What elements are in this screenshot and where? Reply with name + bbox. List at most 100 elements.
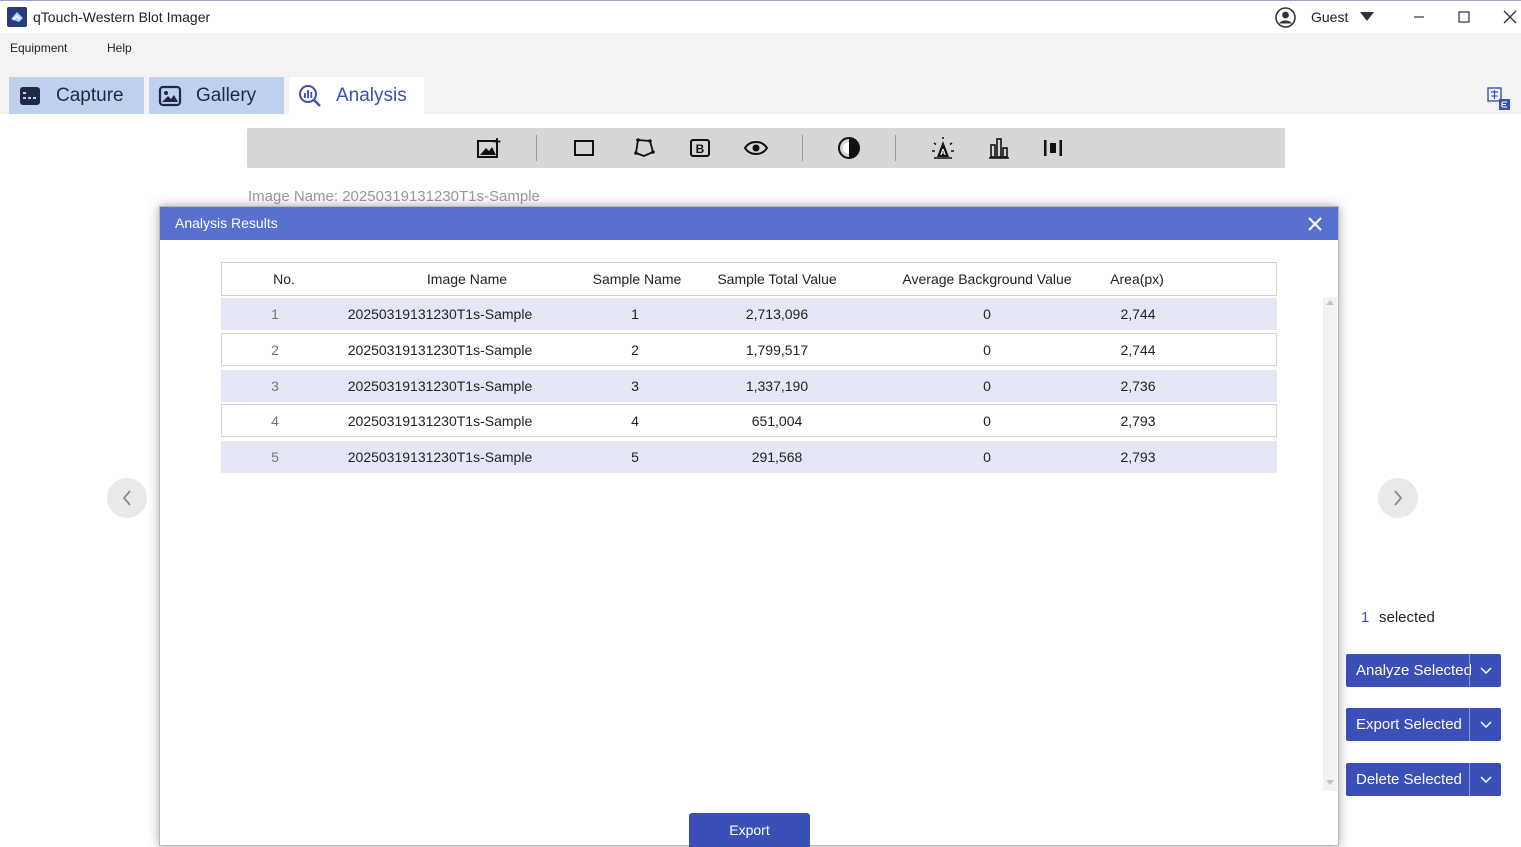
row-sample-name: 1 <box>631 306 639 322</box>
selected-count: 1 <box>1361 609 1370 626</box>
row-image-name: 20250319131230T1s-Sample <box>347 378 533 394</box>
row-image-name: 20250319131230T1s-Sample <box>347 449 533 465</box>
maximize-icon <box>1458 11 1470 23</box>
row-no: 2 <box>271 341 279 358</box>
app-logo-icon <box>7 7 27 27</box>
delete-selected-label: Delete Selected <box>1356 771 1462 788</box>
polygon-select-button[interactable] <box>631 136 657 160</box>
export-selected-label: Export Selected <box>1356 716 1462 733</box>
row-sample-name: 4 <box>631 412 639 429</box>
column-header-sample-total-value[interactable]: Sample Total Value <box>692 263 862 295</box>
analysis-toolbar: B A <box>247 128 1285 168</box>
minimize-button[interactable] <box>1406 5 1432 29</box>
user-menu-caret-icon[interactable] <box>1360 12 1374 21</box>
tab-analysis-label: Analysis <box>336 84 407 106</box>
tab-capture[interactable]: Capture <box>9 77 144 114</box>
table-row[interactable]: 2 20250319131230T1s-Sample 2 1,799,517 0… <box>221 333 1277 366</box>
row-no: 5 <box>271 449 279 465</box>
image-name-label: Image Name: 20250319131230T1s-Sample <box>248 188 540 205</box>
scroll-down-icon[interactable] <box>1326 780 1334 785</box>
chevron-right-icon <box>1394 490 1403 506</box>
results-scrollbar[interactable] <box>1323 297 1337 791</box>
menu-help[interactable]: Help <box>107 41 132 55</box>
row-sample-total-value: 651,004 <box>751 412 803 429</box>
row-sample-total-value: 1,799,517 <box>745 341 809 358</box>
contrast-button[interactable] <box>836 136 862 160</box>
table-row[interactable]: 5 20250319131230T1s-Sample 5 291,568 0 2… <box>221 441 1277 473</box>
user-avatar-icon[interactable] <box>1275 7 1296 28</box>
export-button[interactable]: Export <box>689 813 810 847</box>
chevron-left-icon <box>122 490 131 506</box>
contrast-icon <box>838 137 860 159</box>
auto-brightness-button[interactable]: A <box>930 136 956 160</box>
tab-gallery[interactable]: Gallery <box>149 77 284 114</box>
svg-text:B: B <box>696 142 705 156</box>
row-no: 4 <box>271 412 279 429</box>
bar-chart-button[interactable] <box>986 136 1012 160</box>
menu-equipment[interactable]: Equipment <box>10 41 67 55</box>
minimize-icon <box>1414 16 1424 18</box>
analysis-results-dialog: Analysis Results No. Image Name Sample N… <box>159 206 1339 847</box>
chevron-down-icon <box>1479 720 1492 728</box>
tab-bar: Capture Gallery Analysis <box>0 63 1521 114</box>
row-area: 2,744 <box>1120 306 1156 322</box>
row-average-background-value: 0 <box>983 341 991 358</box>
dialog-title: Analysis Results <box>175 215 278 231</box>
background-button[interactable]: B <box>687 136 713 160</box>
user-name[interactable]: Guest <box>1311 9 1348 25</box>
analyze-selected-button[interactable]: Analyze Selected <box>1346 654 1501 687</box>
row-area: 2,793 <box>1120 449 1156 465</box>
gallery-icon <box>158 85 182 106</box>
table-row[interactable]: 4 20250319131230T1s-Sample 4 651,004 0 2… <box>221 404 1277 437</box>
analysis-icon <box>299 84 321 107</box>
chevron-down-icon <box>1479 666 1492 674</box>
scroll-up-icon[interactable] <box>1326 300 1334 305</box>
maximize-button[interactable] <box>1451 5 1477 29</box>
background-icon: B <box>690 139 710 157</box>
rectangle-select-button[interactable] <box>571 136 597 160</box>
close-window-button[interactable] <box>1497 5 1521 29</box>
visibility-button[interactable] <box>743 136 769 160</box>
rectangle-select-icon <box>574 140 594 156</box>
table-row[interactable]: 1 20250319131230T1s-Sample 1 2,713,096 0… <box>221 298 1277 330</box>
row-sample-name: 5 <box>631 449 639 465</box>
add-image-button[interactable] <box>476 136 502 160</box>
export-selected-dropdown[interactable] <box>1470 708 1501 741</box>
row-sample-total-value: 2,713,096 <box>745 306 809 322</box>
row-average-background-value: 0 <box>983 449 991 465</box>
svg-text:A: A <box>940 148 946 157</box>
lane-icon <box>1044 140 1062 156</box>
delete-selected-dropdown[interactable] <box>1470 763 1501 796</box>
row-image-name: 20250319131230T1s-Sample <box>347 412 533 429</box>
row-sample-name: 2 <box>631 341 639 358</box>
capture-icon <box>20 86 40 105</box>
title-bar: qTouch-Western Blot Imager Guest <box>0 0 1521 32</box>
row-average-background-value: 0 <box>983 412 991 429</box>
lane-button[interactable] <box>1040 136 1066 160</box>
visibility-icon <box>744 141 768 155</box>
row-average-background-value: 0 <box>983 378 991 394</box>
tab-analysis[interactable]: Analysis <box>289 77 424 114</box>
menu-bar: Equipment Help <box>0 33 1521 63</box>
column-header-no[interactable]: No. <box>242 263 326 295</box>
previous-image-button[interactable] <box>107 478 147 518</box>
tab-capture-label: Capture <box>56 84 124 106</box>
bar-chart-icon <box>989 138 1009 159</box>
tab-gallery-label: Gallery <box>196 84 257 106</box>
column-header-sample-name[interactable]: Sample Name <box>572 263 702 295</box>
polygon-select-icon <box>634 138 655 157</box>
row-area: 2,744 <box>1120 341 1156 358</box>
analyze-selected-dropdown[interactable] <box>1470 654 1501 687</box>
column-header-average-background-value[interactable]: Average Background Value <box>887 263 1087 295</box>
auto-brightness-icon: A <box>932 137 954 159</box>
column-header-area[interactable]: Area(px) <box>1077 263 1197 295</box>
row-sample-name: 3 <box>631 378 639 394</box>
export-selected-button[interactable]: Export Selected <box>1346 708 1501 741</box>
delete-selected-button[interactable]: Delete Selected <box>1346 763 1501 796</box>
close-icon[interactable] <box>1306 215 1324 233</box>
dialog-header: Analysis Results <box>160 207 1338 240</box>
table-row[interactable]: 3 20250319131230T1s-Sample 3 1,337,190 0… <box>221 370 1277 402</box>
column-header-image-name[interactable]: Image Name <box>348 263 586 295</box>
language-switch-icon[interactable] <box>1487 87 1511 111</box>
next-image-button[interactable] <box>1378 478 1418 518</box>
